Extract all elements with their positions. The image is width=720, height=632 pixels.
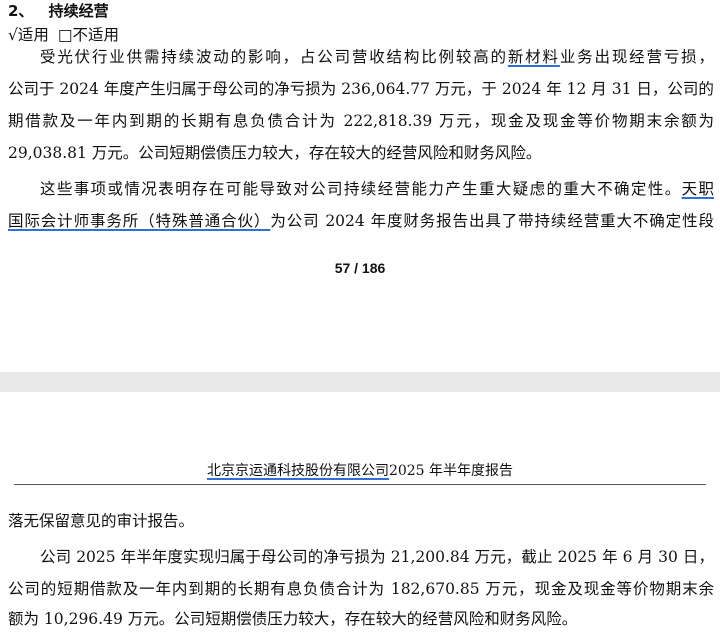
paragraph-1-line-4: 29,038.81 万元。公司短期偿债压力较大，存在较大的经营风险和财务风险。 (8, 144, 542, 162)
heading-number: 2、 (8, 2, 34, 20)
header-company: 北京京运通科技股份有限公司 (206, 463, 389, 479)
page-header: 北京京运通科技股份有限公司2025 年半年度报告 (0, 462, 720, 480)
highlight-new-materials: 新材料 (507, 48, 560, 66)
document-page-58: 北京京运通科技股份有限公司2025 年半年度报告 落无保留意见的审计报告。 公司… (0, 392, 720, 632)
page2-line-1: 落无保留意见的审计报告。 (8, 512, 195, 530)
document-page-57: 2、 持续经营 √适用 □不适用 受光伏行业供需持续波动的影响，占公司营收结构比… (0, 0, 720, 372)
section-heading: 2、 持续经营 (8, 0, 714, 22)
page2-line-2: 公司 2025 年半年度实现归属于母公司的净亏损为 21,200.84 万元，截… (40, 548, 714, 566)
heading-title: 持续经营 (48, 2, 109, 20)
paragraph-1-line-3: 期借款及一年内到期的长期有息负债合计为 222,818.39 万元，现金及现金等… (8, 112, 714, 130)
page-number: 57 / 186 (334, 260, 386, 276)
page2-line-3: 公司的短期借款及一年内到期的长期有息负债合计为 182,670.85 万元，现金… (8, 580, 714, 598)
page2-line-4: 额为 10,296.49 万元。公司短期偿债压力较大，存在较大的经营风险和财务风… (8, 610, 578, 628)
header-report: 2025 年半年度报告 (388, 463, 514, 479)
paragraph-1-line-1: 受光伏行业供需持续波动的影响，占公司营收结构比例较高的新材料业务出现经营亏损， (40, 48, 714, 66)
paragraph-1-line-2: 公司于 2024 年度产生归属于母公司的净亏损为 236,064.77 万元，于… (8, 80, 714, 98)
not-applicable-option: □不适用 (57, 26, 119, 44)
paragraph-2-line-2: 国际会计师事务所（特殊普通合伙）为公司 2024 年度财务报告出具了带持续经营重… (8, 212, 714, 230)
page-separator (0, 372, 720, 392)
paragraph-2-line-1: 这些事项或情况表明存在可能导致对公司持续经营能力产生重大疑虑的重大不确定性。天职 (40, 180, 714, 198)
highlight-auditor-part1: 天职 (681, 180, 714, 198)
applicability-row: √适用 □不适用 (8, 24, 714, 46)
header-divider (14, 484, 706, 485)
applicable-option: √适用 (8, 26, 49, 44)
highlight-auditor-part2: 国际会计师事务所（特殊普通合伙） (8, 212, 271, 230)
